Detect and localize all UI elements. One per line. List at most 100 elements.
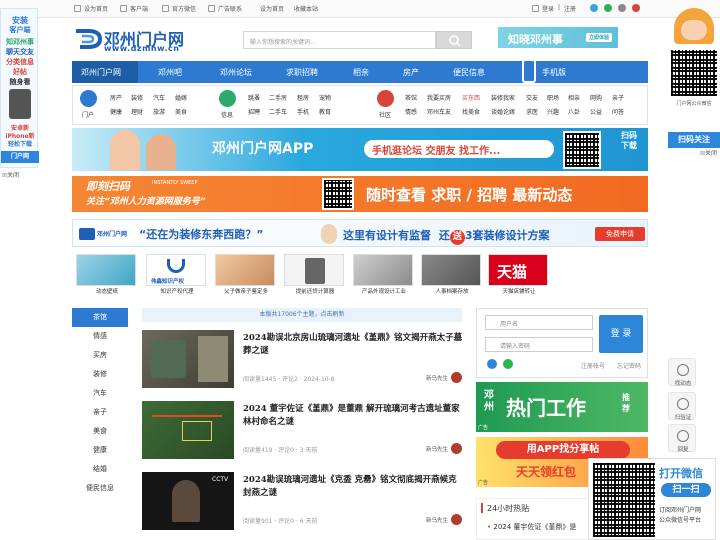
cat-link[interactable]: 手机 — [297, 107, 309, 116]
cat-link[interactable]: 招聘 — [248, 107, 260, 116]
sidebar-item-house[interactable]: 买房 — [72, 346, 128, 365]
thumb-archive[interactable] — [421, 254, 481, 286]
left-float-close[interactable]: ⊠关闭 — [2, 170, 19, 179]
cat-link[interactable]: 找美食 — [462, 107, 480, 116]
sidebar-item-food[interactable]: 美食 — [72, 422, 128, 441]
thumb-label[interactable]: 动态壁纸 — [72, 287, 142, 295]
login-button[interactable]: 登 录 — [599, 315, 643, 353]
cat-link[interactable]: 情感 — [405, 107, 417, 116]
hot-jobs-ad[interactable]: 邓州 热门工作 推荐 广告 — [476, 382, 648, 432]
article-item[interactable]: 2024勘误北京房山琉璃河遗址《堇鼎》铭文揭开燕太子墓葬之谜 阅读量1445 ·… — [142, 330, 462, 394]
search-button[interactable] — [436, 31, 472, 49]
refresh-notice[interactable]: 本版共17006个主题，点击刷新 — [142, 308, 462, 322]
cat-link[interactable]: 我要买房 — [427, 93, 451, 102]
cat-link[interactable]: 谈婚论嫁 — [491, 107, 515, 116]
register-link[interactable]: 注册 — [564, 4, 576, 13]
article-thumbnail[interactable] — [142, 330, 234, 388]
register-account-link[interactable]: 注册帐号 — [581, 361, 605, 370]
cat-link[interactable]: 婚嫁 — [175, 93, 187, 102]
cat-link[interactable]: 网购 — [590, 93, 602, 102]
bookmark-link[interactable]: 收藏本站 — [294, 4, 318, 13]
hot24-item[interactable]: • 2024 董宇佐证《堇鼎》是 — [487, 522, 576, 532]
nav-item-services[interactable]: 便民信息 — [453, 67, 485, 78]
thumb-dna[interactable] — [215, 254, 275, 286]
cat-link-highlight[interactable]: 买东西 — [462, 93, 480, 102]
set-homepage-link-2[interactable]: 设为首页 — [260, 4, 284, 13]
sidebar-item-emotion[interactable]: 情感 — [72, 327, 128, 346]
qq-icon[interactable] — [618, 4, 626, 12]
avatar[interactable] — [451, 514, 462, 525]
thumb-label[interactable]: 父子做亲子鉴定多 — [211, 287, 281, 295]
cat-link[interactable]: 亲子 — [612, 93, 624, 102]
login-link[interactable]: 登录 — [532, 4, 554, 13]
cat-link[interactable]: 相亲 — [568, 93, 580, 102]
thumb-wallpaper[interactable] — [76, 254, 136, 286]
logo-mark-icon[interactable] — [74, 28, 102, 50]
article-title[interactable]: 2024勘误北京房山琉璃河遗址《堇鼎》铭文揭开燕太子墓葬之谜 — [243, 332, 463, 358]
avatar[interactable] — [451, 372, 462, 383]
cat-link[interactable]: 交友 — [526, 93, 538, 102]
nav-item-home[interactable]: 邓州门户网 — [81, 67, 121, 78]
sidebar-item-wedding[interactable]: 结婚 — [72, 460, 128, 479]
weibo-icon[interactable] — [590, 4, 598, 12]
sidebar-item-teahouse[interactable]: 茶馆 — [72, 308, 128, 327]
cat-link[interactable]: 问答 — [612, 107, 624, 116]
cat-link[interactable]: 装修我家 — [491, 93, 515, 102]
article-thumbnail[interactable]: CCTV — [142, 472, 234, 530]
article-author[interactable]: 新乌先生 — [426, 445, 448, 453]
sidebar-item-decoration[interactable]: 装修 — [72, 365, 128, 384]
thumb-label[interactable]: 提前还贷计算器 — [280, 287, 350, 295]
cat-link[interactable]: 汽车 — [153, 93, 165, 102]
cat-link[interactable]: 邓州车友 — [427, 107, 451, 116]
nav-item-mobile[interactable]: 手机版 — [542, 67, 566, 78]
cat-link[interactable]: 茶馆 — [405, 93, 417, 102]
thumb-product-design[interactable] — [353, 254, 413, 286]
search-input[interactable]: 输入你想搜索的关键词... — [243, 31, 436, 49]
article-thumbnail[interactable] — [142, 401, 234, 459]
thumb-ip[interactable]: 伟鑫知识产权 — [146, 254, 206, 286]
cat-link[interactable]: 健康 — [110, 107, 122, 116]
nav-item-dating[interactable]: 相亲 — [353, 67, 369, 78]
thumb-label[interactable]: 产品外观设计工业 — [349, 287, 419, 295]
cat-link[interactable]: 八卦 — [568, 107, 580, 116]
nav-item-jobs[interactable]: 求职招聘 — [286, 67, 318, 78]
cat-link[interactable]: 房产 — [110, 93, 122, 102]
thumb-calculator[interactable] — [284, 254, 344, 286]
article-item[interactable]: 2024 董宇佐证《堇鼎》是董鼎 解开琉璃河考古遗址董家林村命名之谜 阅读量41… — [142, 401, 462, 465]
article-title[interactable]: 2024 董宇佐证《堇鼎》是董鼎 解开琉璃河考古遗址董家林村命名之谜 — [243, 403, 463, 429]
cat-link[interactable]: 二手车 — [269, 107, 287, 116]
decoration-ad[interactable]: 邓州门户网 “还在为装修东奔西跑？” 这里有设计有监督 还送 3套装修设计方案 免… — [72, 219, 648, 247]
tool-reply[interactable]: 回复 — [668, 424, 696, 453]
thumb-tmall[interactable]: 天猫 — [488, 254, 548, 286]
set-homepage-link[interactable]: 设为首页 — [74, 4, 108, 13]
left-floating-ad[interactable]: 安装 客户端 知邓州事 聊天交友 分类信息 好帖 随身看 安卓新 iPhone新… — [0, 8, 39, 168]
cat-link[interactable]: 美食 — [175, 107, 187, 116]
username-input[interactable]: 用户名 — [485, 315, 593, 330]
thumb-label[interactable]: 天猫店铺转让 — [484, 287, 554, 295]
cat-link[interactable]: 职场 — [547, 93, 559, 102]
wechat-share-icon[interactable] — [604, 4, 612, 12]
cat-link[interactable]: 宠物 — [319, 93, 331, 102]
thumb-label[interactable]: 知识产权代理 — [142, 287, 212, 295]
nav-item-bar[interactable]: 邓州吧 — [158, 67, 182, 78]
cat-link[interactable]: 兴趣 — [547, 107, 559, 116]
sidebar-item-health[interactable]: 健康 — [72, 441, 128, 460]
avatar[interactable] — [451, 443, 462, 454]
app-download-ad[interactable]: 邓州门户网APP 手机逛论坛 交朋友 找工作... 扫码 下载 — [72, 128, 648, 171]
wechat-qr-float[interactable]: 打开微信 扫一扫 订阅邓州门户网 公众微信号平台 — [588, 458, 716, 540]
cat-link[interactable]: 二手房 — [269, 93, 287, 102]
thumb-label[interactable]: 人事档案存放 — [417, 287, 487, 295]
sidebar-item-services[interactable]: 便民信息 — [72, 479, 128, 498]
article-item[interactable]: CCTV 2024勘误琉璃河遗址《克盉 克罍》铭文彻底揭开燕候克封燕之谜 阅读量… — [142, 472, 462, 536]
cat-link[interactable]: 租房 — [297, 93, 309, 102]
qq-login-icon[interactable] — [487, 359, 497, 369]
article-author[interactable]: 新乌先生 — [426, 374, 448, 382]
client-link[interactable]: 客户端 — [120, 4, 148, 13]
ad-contact-link[interactable]: 广告联系 — [208, 4, 242, 13]
cat-link[interactable]: 教育 — [319, 107, 331, 116]
password-input[interactable]: 请输入密码 — [485, 337, 593, 352]
cat-link[interactable]: 跳蚤 — [248, 93, 260, 102]
forgot-password-link[interactable]: 忘记密码 — [617, 361, 641, 370]
tool-scan[interactable]: 扫验证 — [668, 392, 696, 421]
nav-item-realestate[interactable]: 房产 — [403, 67, 419, 78]
